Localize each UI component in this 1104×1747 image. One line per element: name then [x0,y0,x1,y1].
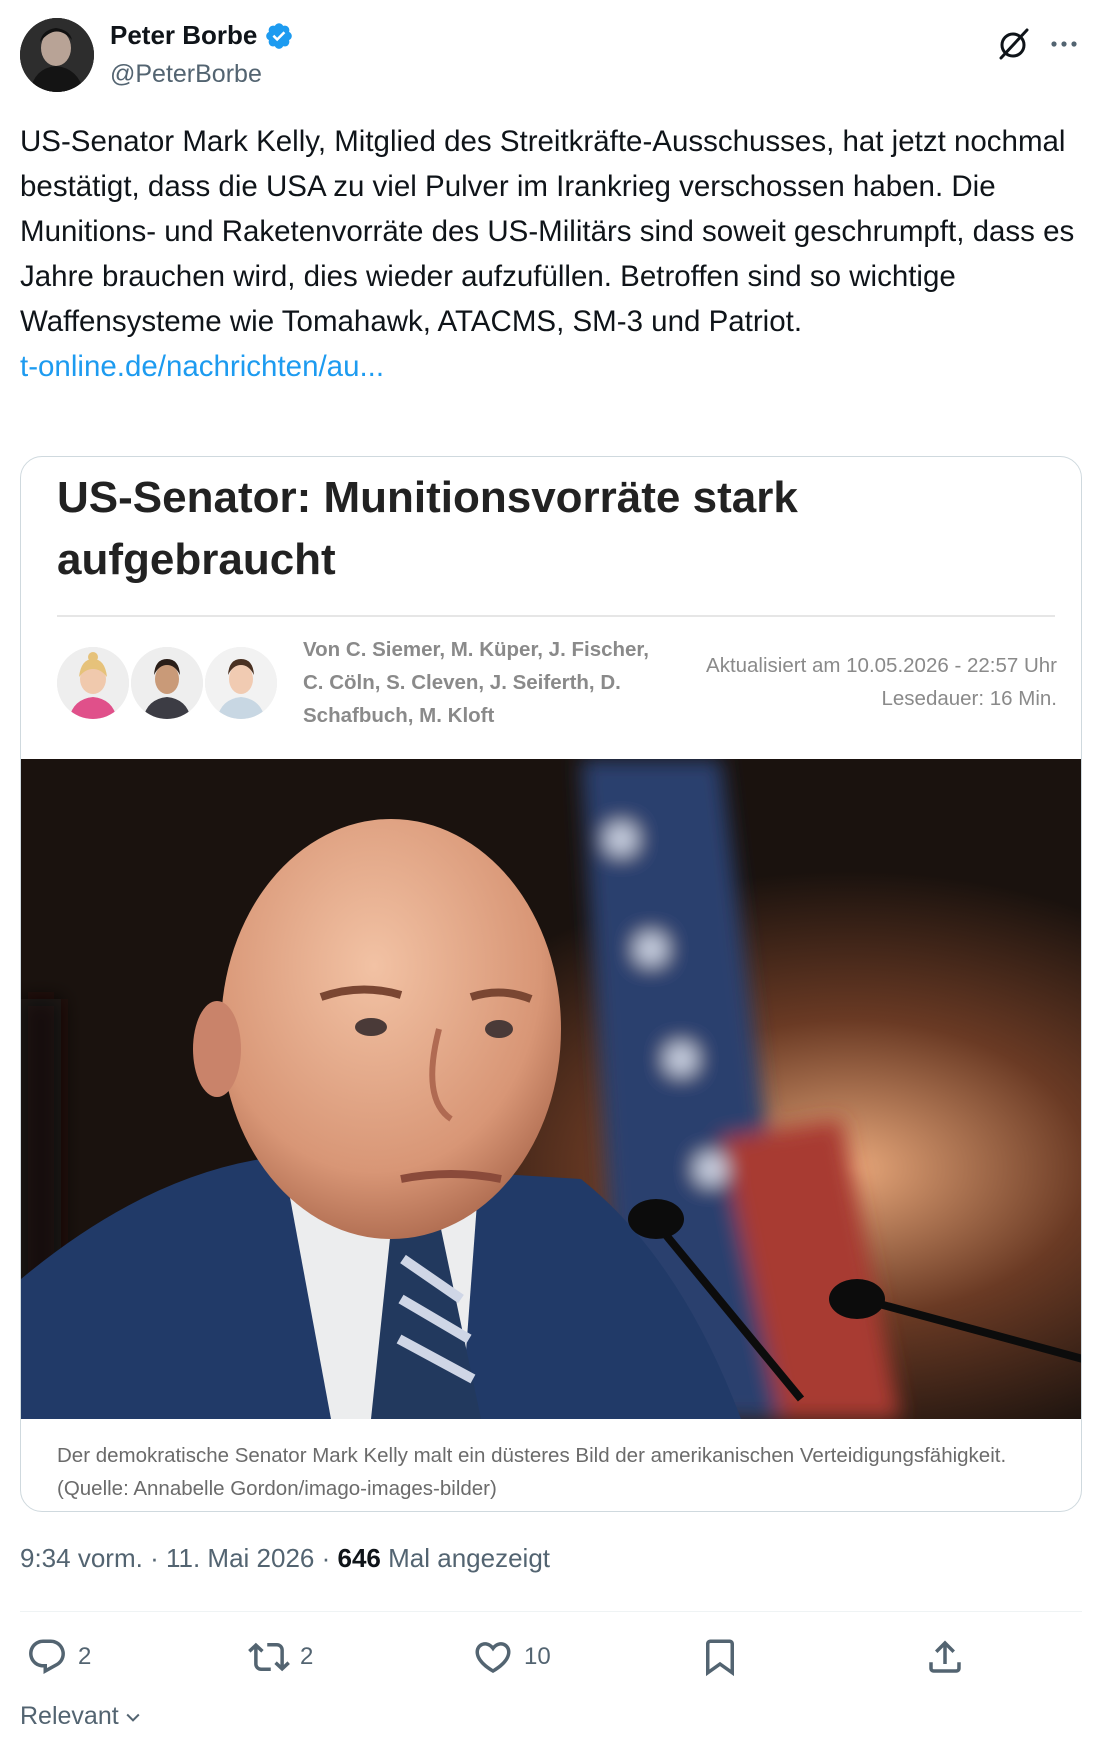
author-photo [205,647,277,719]
card-updated: Aktualisiert am 10.05.2026 - 22:57 Uhr L… [706,649,1057,715]
chevron-down-icon [126,1713,140,1722]
author-photo [131,647,203,719]
card-reading-time: Lesedauer: 16 Min. [881,687,1057,710]
share-button[interactable] [924,1636,966,1678]
reply-icon [29,1639,65,1674]
author-photo [57,647,129,719]
views-count: 646 [337,1543,381,1573]
sort-dropdown[interactable]: Relevant [20,1702,143,1731]
grok-icon[interactable] [994,24,1034,64]
link-card[interactable]: US-Senator: Munitionsvorräte stark aufge… [20,456,1082,1512]
sort-label: Relevant [20,1702,119,1730]
card-headline: US-Senator: Munitionsvorräte stark aufge… [57,473,798,584]
author-name-row: Peter Borbe [110,20,294,51]
meta-separator: · [321,1543,331,1573]
bookmark-button[interactable] [699,1636,741,1678]
like-icon [475,1642,511,1674]
author-avatar[interactable] [20,18,94,92]
share-icon [929,1640,961,1673]
card-caption: Der demokratische Senator Mark Kelly mal… [57,1444,1007,1500]
repost-count: 2 [300,1643,314,1670]
action-bar: 2 2 10 [0,1630,1104,1690]
more-icon[interactable] [1044,24,1084,64]
tweet-time[interactable]: 9:34 vorm. [20,1543,143,1573]
tweet-body: US-Senator Mark Kelly, Mitglied des Stre… [20,119,1082,389]
card-updated-date: Aktualisiert am 10.05.2026 - 22:57 Uhr [706,654,1057,677]
author-display-name[interactable]: Peter Borbe [110,20,257,51]
card-byline: Von C. Siemer, M. Küper, J. Fischer, C. … [303,638,649,727]
tweet-date[interactable]: 11. Mai 2026 [166,1543,314,1573]
meta-separator: · [150,1543,159,1573]
reply-count: 2 [78,1643,92,1670]
verified-badge-icon[interactable] [264,21,294,51]
tweet-header: Peter Borbe @PeterBorbe [20,18,1084,94]
tweet-text: US-Senator Mark Kelly, Mitglied des Stre… [20,125,1075,338]
like-count: 10 [524,1643,551,1670]
repost-button[interactable]: 2 [248,1636,313,1678]
like-button[interactable]: 10 [472,1636,551,1678]
bookmark-icon [706,1639,734,1677]
card-divider [57,615,1055,617]
tweet-meta: 9:34 vorm. · 11. Mai 2026 · 646 Mal ange… [20,1543,550,1574]
tweet-link[interactable]: t-online.de/nachrichten/au... [20,344,1082,389]
views-label: Mal angezeigt [388,1543,551,1573]
reply-button[interactable]: 2 [26,1636,91,1678]
article-photo [21,759,1081,1419]
author-handle[interactable]: @PeterBorbe [110,60,262,89]
repost-icon [248,1642,290,1672]
meta-divider [20,1611,1082,1612]
